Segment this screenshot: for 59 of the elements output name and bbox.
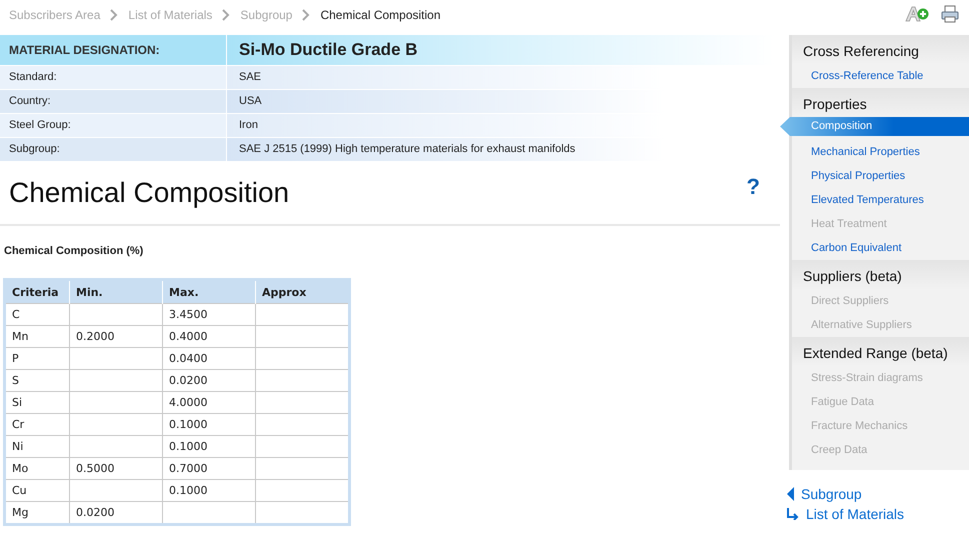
section-title: Suppliers (beta): [802, 268, 903, 284]
table-cell: C: [4, 304, 70, 326]
table-cell: 0.2000: [70, 326, 162, 348]
help-link[interactable]: ?: [746, 174, 760, 200]
table-cell: 4.0000: [162, 392, 256, 414]
detail-label: Country:: [0, 90, 227, 113]
print-icon[interactable]: [941, 5, 959, 23]
add-font-icon[interactable]: [905, 5, 929, 23]
sidebar-item[interactable]: Mechanical Properties: [792, 140, 969, 164]
sidebar-item[interactable]: Physical Properties: [792, 164, 969, 188]
table-cell: Cu: [4, 480, 70, 502]
table-cell: Si: [4, 392, 70, 414]
back-arrow-icon: [786, 487, 795, 501]
table-cell: 0.7000: [162, 458, 256, 480]
table-cell: 0.1000: [162, 480, 256, 502]
sidebar-item[interactable]: Carbon Equivalent: [792, 236, 969, 260]
sidebar-item: Heat Treatment: [810, 217, 888, 232]
sidebar-item: Fatigue Data: [810, 395, 875, 410]
detail-label: Standard:: [0, 66, 227, 89]
table-cell: 0.0200: [162, 370, 256, 392]
column-header: Approx: [256, 280, 350, 304]
section-title: Cross Referencing: [802, 43, 920, 59]
nav-link[interactable]: List of Materials: [806, 506, 904, 522]
up-level-icon: [786, 508, 800, 520]
table-cell: S: [4, 370, 70, 392]
table-cell: P: [4, 348, 70, 370]
table-cell: 0.0400: [162, 348, 256, 370]
table-cell: Mo: [4, 458, 70, 480]
sidebar-item[interactable]: Elevated Temperatures: [792, 188, 969, 212]
column-header: Criteria: [4, 280, 70, 304]
table-cell: 0.4000: [162, 326, 256, 348]
table-cell: 0.1000: [162, 436, 256, 458]
detail-label: Steel Group:: [0, 114, 227, 137]
page-title: Chemical Composition: [9, 177, 290, 209]
chevron-icon: [110, 9, 118, 21]
sidebar-item: Creep Data: [810, 443, 868, 458]
sidebar-item[interactable]: Composition: [780, 117, 969, 136]
sidebar-item: Stress-Strain diagrams: [810, 371, 924, 386]
sidebar-item[interactable]: Cross-Reference Table: [792, 64, 969, 88]
chevron-icon: [302, 9, 310, 21]
column-header: Min.: [70, 280, 162, 304]
designation-label: MATERIAL DESIGNATION:: [0, 35, 227, 65]
column-header: Max.: [162, 280, 256, 304]
table-cell: 0.5000: [70, 458, 162, 480]
table-cell: Cr: [4, 414, 70, 436]
section-title: Properties: [802, 96, 868, 112]
section-title: Extended Range (beta): [802, 345, 949, 361]
table-cell: Ni: [4, 436, 70, 458]
sidebar-item: Alternative Suppliers: [810, 318, 913, 333]
table-cell: Mn: [4, 326, 70, 348]
sidebar-item: Direct Suppliers: [810, 294, 890, 309]
breadcrumb-link[interactable]: Chemical Composition: [320, 8, 441, 22]
table-caption: Chemical Composition (%): [4, 245, 144, 257]
detail-label: Subgroup:: [0, 138, 227, 161]
nav-link[interactable]: Subgroup: [801, 486, 862, 502]
chevron-icon: [222, 9, 230, 21]
table-cell: 3.4500: [162, 304, 256, 326]
sidebar-item: Fracture Mechanics: [810, 419, 909, 434]
table-cell: 0.1000: [162, 414, 256, 436]
